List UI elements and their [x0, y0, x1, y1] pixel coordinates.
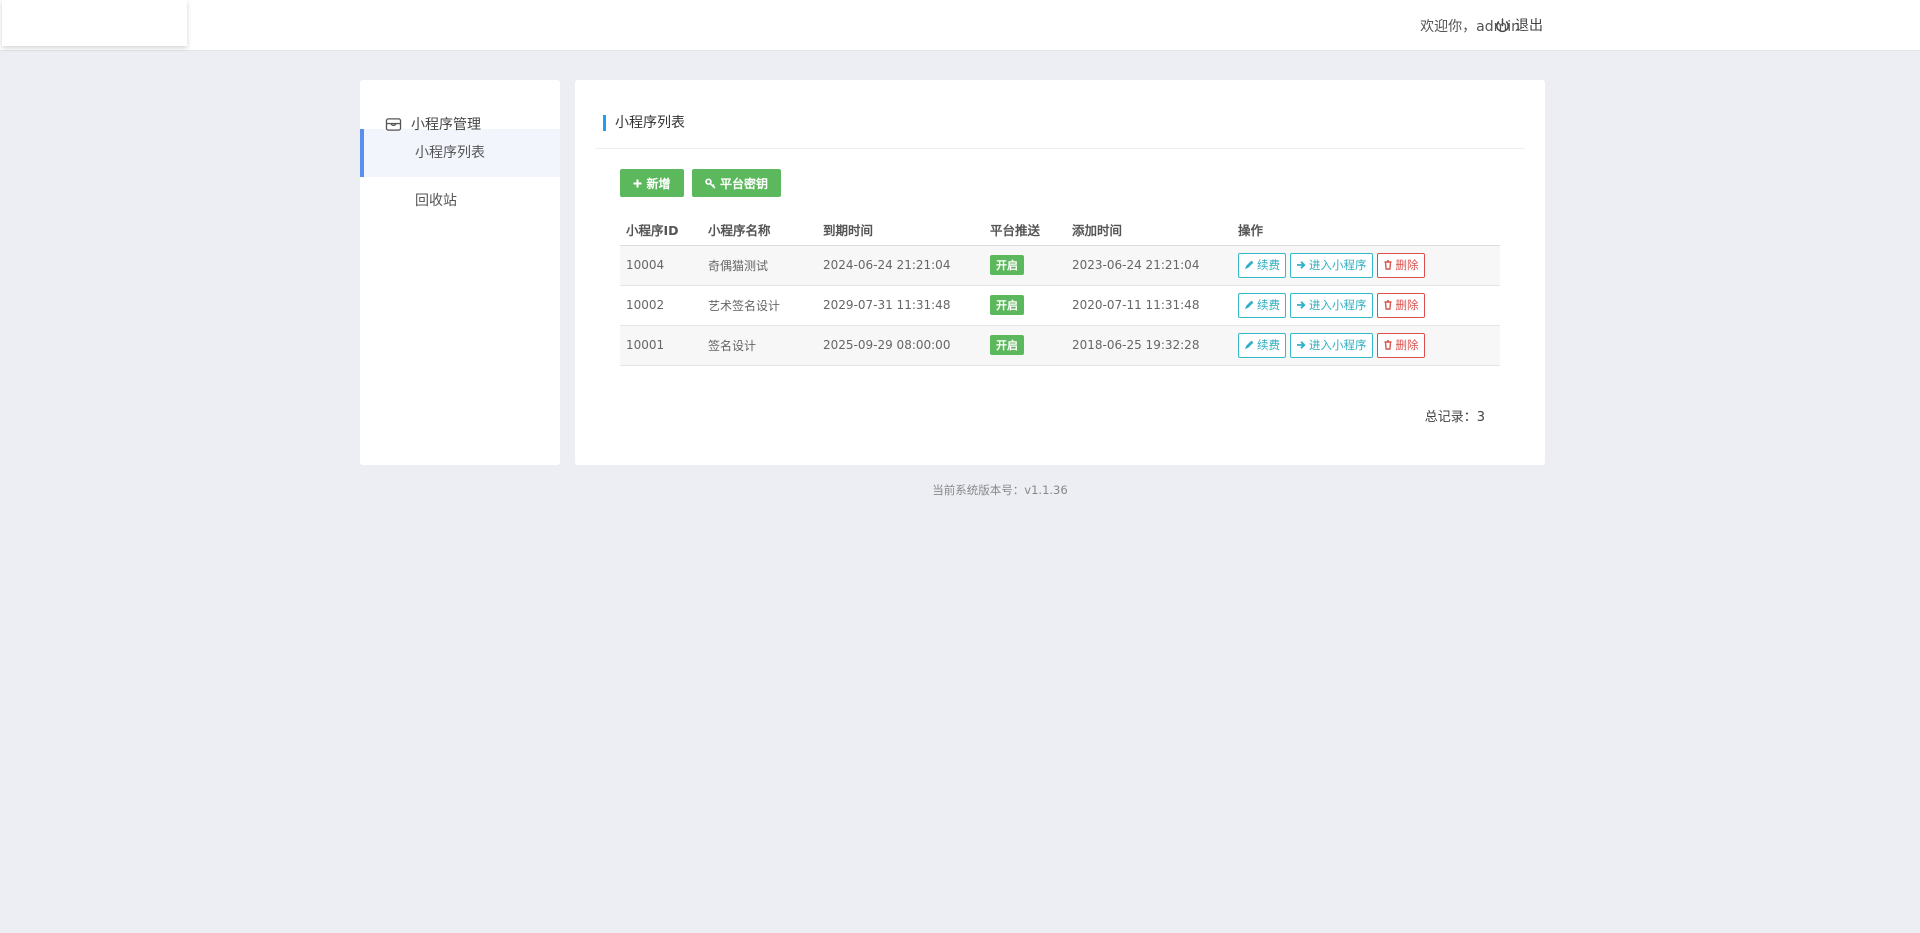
- footer: 当前系统版本号：v1.1.36: [0, 482, 1920, 498]
- platform-key-button[interactable]: 平台密钥: [692, 169, 781, 197]
- store-icon: [385, 117, 402, 131]
- cell-actions: 续费 进入小程序 删除: [1232, 245, 1500, 286]
- enter-label: 进入小程序: [1309, 298, 1367, 312]
- renew-button[interactable]: 续费: [1238, 252, 1286, 278]
- arrow-right-icon: [1297, 261, 1306, 269]
- logo-area: [2, 0, 187, 46]
- add-button-label: 新增: [646, 176, 671, 191]
- cell-id: 10001: [620, 325, 702, 366]
- col-name: 小程序名称: [702, 214, 817, 246]
- renew-button[interactable]: 续费: [1238, 332, 1286, 358]
- arrow-right-icon: [1297, 341, 1306, 349]
- status-badge: 开启: [990, 255, 1024, 275]
- col-added: 添加时间: [1066, 214, 1232, 246]
- power-icon: [1496, 17, 1509, 32]
- main-panel: 小程序列表 新增 平台密钥 小程序ID 小程序名称 到期时间 平台推送 添加时间…: [575, 80, 1545, 465]
- delete-label: 删除: [1395, 298, 1419, 312]
- renew-button[interactable]: 续费: [1238, 292, 1286, 318]
- enter-label: 进入小程序: [1309, 338, 1367, 352]
- col-id: 小程序ID: [620, 214, 702, 246]
- status-badge: 开启: [990, 335, 1024, 355]
- total-records: 总记录：3: [1424, 410, 1485, 425]
- version-text: 当前系统版本号：v1.1.36: [932, 483, 1068, 497]
- pencil-icon: [1245, 340, 1254, 349]
- table-row: 10002 艺术签名设计 2029-07-31 11:31:48 开启 2020-07-…: [620, 285, 1500, 326]
- renew-label: 续费: [1257, 338, 1280, 352]
- cell-added: 2020-07-11 11:31:48: [1066, 285, 1232, 326]
- cell-expire: 2024-06-24 21:21:04: [817, 245, 984, 286]
- enter-miniapp-button[interactable]: 进入小程序: [1290, 332, 1373, 358]
- renew-label: 续费: [1257, 298, 1280, 312]
- pencil-icon: [1245, 300, 1254, 309]
- cell-push: 开启: [984, 245, 1066, 286]
- cell-id: 10004: [620, 245, 702, 286]
- enter-label: 进入小程序: [1309, 258, 1367, 272]
- panel-header: 小程序列表: [595, 102, 1525, 149]
- logout-button[interactable]: 退出: [1494, 14, 1543, 36]
- cell-name: 艺术签名设计: [702, 285, 817, 326]
- sidebar-item-miniapp-list[interactable]: 小程序列表: [360, 129, 560, 177]
- delete-button[interactable]: 删除: [1376, 252, 1425, 278]
- cell-push: 开启: [984, 325, 1066, 366]
- add-button[interactable]: 新增: [620, 169, 684, 197]
- cell-added: 2018-06-25 19:32:28: [1066, 325, 1232, 366]
- trash-icon: [1384, 340, 1391, 350]
- sidebar-item-recycle-bin[interactable]: 回收站: [360, 177, 560, 225]
- cell-expire: 2029-07-31 11:31:48: [817, 285, 984, 326]
- cell-name: 签名设计: [702, 325, 817, 366]
- cell-name: 奇偶猫测试: [702, 245, 817, 286]
- status-badge: 开启: [990, 295, 1024, 315]
- logout-label: 退出: [1515, 18, 1543, 34]
- trash-icon: [1384, 260, 1391, 270]
- arrow-right-icon: [1297, 301, 1306, 309]
- cell-actions: 续费 进入小程序 删除: [1232, 325, 1500, 366]
- trash-icon: [1384, 300, 1391, 310]
- cell-actions: 续费 进入小程序 删除: [1232, 285, 1500, 326]
- cell-id: 10002: [620, 285, 702, 326]
- sidebar-item-label: 小程序列表: [415, 145, 485, 161]
- delete-label: 删除: [1395, 338, 1419, 352]
- sidebar: 小程序管理 小程序列表 回收站: [360, 80, 560, 465]
- enter-miniapp-button[interactable]: 进入小程序: [1290, 252, 1373, 278]
- sidebar-item-label: 回收站: [415, 193, 457, 209]
- enter-miniapp-button[interactable]: 进入小程序: [1290, 292, 1373, 318]
- delete-button[interactable]: 删除: [1376, 292, 1425, 318]
- cell-expire: 2025-09-29 08:00:00: [817, 325, 984, 366]
- plus-icon: [633, 178, 643, 188]
- miniapp-table: 小程序ID 小程序名称 到期时间 平台推送 添加时间 操作 10004 奇偶猫测试…: [620, 214, 1500, 366]
- platform-key-label: 平台密钥: [719, 176, 768, 191]
- renew-label: 续费: [1257, 258, 1280, 272]
- table-header-row: 小程序ID 小程序名称 到期时间 平台推送 添加时间 操作: [620, 214, 1500, 246]
- cell-added: 2023-06-24 21:21:04: [1066, 245, 1232, 286]
- key-icon: [705, 177, 716, 189]
- delete-button[interactable]: 删除: [1376, 332, 1425, 358]
- col-push: 平台推送: [984, 214, 1066, 246]
- cell-push: 开启: [984, 285, 1066, 326]
- table-row: 10001 签名设计 2025-09-29 08:00:00 开启 2018-06-25…: [620, 325, 1500, 366]
- col-expire: 到期时间: [817, 214, 984, 246]
- pencil-icon: [1245, 260, 1254, 269]
- top-bar: 欢迎你，admin 退出: [0, 0, 1920, 51]
- delete-label: 删除: [1395, 258, 1419, 272]
- table-row: 10004 奇偶猫测试 2024-06-24 21:21:04 开启 2023-06-2…: [620, 245, 1500, 286]
- page-title: 小程序列表: [603, 115, 685, 131]
- col-actions: 操作: [1232, 214, 1500, 246]
